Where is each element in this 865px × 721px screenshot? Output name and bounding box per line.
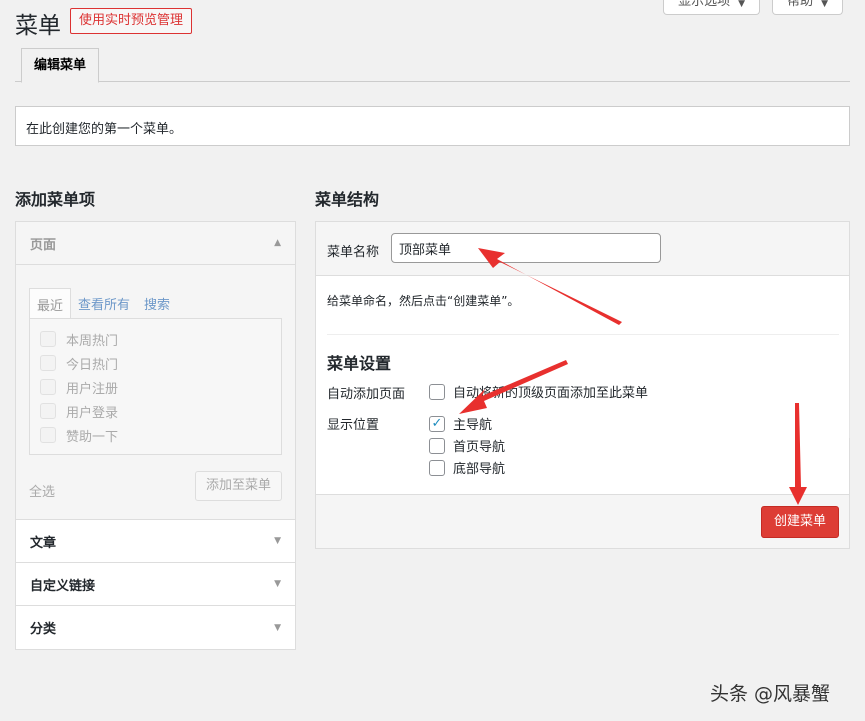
arrow-down-icon: ▼ (274, 536, 281, 546)
tab-search[interactable]: 搜索 (137, 288, 177, 320)
add-menu-items-accordion: 页面 ▲ 最近 查看所有 搜索 本周热门 今日热门 用户注册 用户登录 赞助一下… (15, 221, 296, 650)
menu-structure-heading: 菜单结构 (315, 190, 380, 209)
screen-options-label: 显示选项 (678, 0, 731, 9)
accordion-label: 页面 (30, 237, 57, 253)
live-preview-button[interactable]: 使用实时预览管理 (70, 8, 193, 34)
location-option-primary[interactable]: ✓ 主导航 (429, 414, 492, 433)
accordion-section-categories[interactable]: 分类 ▼ (16, 606, 295, 649)
page-label: 本周热门 (66, 333, 119, 349)
arrow-down-icon: ▼ (274, 622, 281, 633)
location-option-home[interactable]: 首页导航 (429, 436, 505, 455)
location-checkbox-home[interactable] (429, 437, 445, 454)
divider (327, 334, 839, 335)
screen-meta-links: 显示选项 ▼ 帮助 ▼ (663, 0, 843, 15)
accordion-label: 自定义链接 (30, 578, 96, 594)
accordion-section-custom-links[interactable]: 自定义链接 ▼ (16, 563, 295, 606)
pages-panel: 最近 查看所有 搜索 本周热门 今日热门 用户注册 用户登录 赞助一下 全选 添… (16, 265, 295, 520)
list-item: 今日热门 (40, 351, 271, 375)
caret-down-icon: ▼ (821, 0, 828, 9)
accordion-label: 分类 (30, 622, 57, 637)
menu-name-label: 菜单名称 (327, 245, 380, 260)
list-item: 赞助一下 (40, 423, 271, 447)
location-checkbox-footer[interactable] (429, 459, 445, 476)
accordion-label: 文章 (30, 535, 57, 551)
arrow-up-icon: ▲ (274, 238, 281, 248)
accordion-section-pages[interactable]: 页面 ▲ (16, 222, 295, 265)
add-menu-items-heading: 添加菜单项 (15, 190, 96, 209)
create-menu-button[interactable]: 创建菜单 (760, 506, 839, 538)
arrow-down-icon: ▼ (274, 579, 281, 589)
checkmark-icon: ✓ (431, 416, 443, 431)
watermark: 头条 @风暴蟹 (710, 683, 831, 705)
page-checkbox[interactable] (40, 403, 56, 419)
scrollbar-edge (849, 300, 850, 438)
menu-hint: 给菜单命名，然后点击“创建菜单”。 (327, 294, 520, 308)
page-checkbox[interactable] (40, 331, 56, 347)
select-all-link[interactable]: 全选 (29, 481, 55, 500)
location-label: 主导航 (453, 418, 493, 433)
tab-edit-menu[interactable]: 编辑菜单 (21, 48, 100, 83)
caret-down-icon: ▼ (738, 0, 746, 9)
page-title: 菜单 (15, 13, 61, 39)
menu-structure-panel: 菜单名称 给菜单命名，然后点击“创建菜单”。 菜单设置 自动添加页面 自动将新的… (315, 221, 850, 549)
auto-add-checkbox[interactable] (429, 383, 445, 400)
add-to-menu-button[interactable]: 添加至菜单 (194, 471, 282, 501)
accordion-section-posts[interactable]: 文章 ▼ (16, 520, 295, 563)
menu-name-bar: 菜单名称 (316, 222, 849, 276)
page-checkbox[interactable] (40, 379, 56, 395)
location-label: 底部导航 (453, 462, 506, 477)
list-item: 用户注册 (40, 375, 271, 399)
menu-settings-title: 菜单设置 (327, 354, 392, 373)
page-checkbox[interactable] (40, 427, 56, 443)
tab-recent[interactable]: 最近 (29, 288, 72, 320)
page-label: 用户注册 (66, 381, 119, 397)
nav-tab-wrapper: 编辑菜单 (15, 48, 850, 83)
list-item: 本周热门 (40, 327, 271, 351)
page-checkbox[interactable] (40, 355, 56, 371)
auto-add-label: 自动添加页面 (327, 387, 406, 402)
help-button[interactable]: 帮助 ▼ (772, 0, 843, 15)
location-option-footer[interactable]: 底部导航 (429, 458, 505, 477)
menu-panel-footer: 创建菜单 (316, 494, 849, 548)
auto-add-option[interactable]: 自动将新的顶级页面添加至此菜单 (429, 382, 648, 401)
page-label: 赞助一下 (66, 429, 119, 445)
location-label: 首页导航 (453, 440, 506, 455)
pages-tabs: 最近 查看所有 搜索 (29, 288, 177, 320)
notice-text: 在此创建您的第一个菜单。 (26, 122, 183, 137)
display-location-label: 显示位置 (327, 418, 380, 433)
screen-options-button[interactable]: 显示选项 ▼ (663, 0, 761, 15)
help-label: 帮助 (787, 0, 814, 9)
page-label: 今日热门 (66, 357, 119, 373)
pages-checklist: 本周热门 今日热门 用户注册 用户登录 赞助一下 (29, 318, 282, 455)
location-checkbox-primary[interactable]: ✓ (429, 415, 445, 432)
tab-view-all[interactable]: 查看所有 (71, 288, 137, 320)
notice-box: 在此创建您的第一个菜单。 (15, 106, 850, 146)
list-item: 用户登录 (40, 399, 271, 423)
page-label: 用户登录 (66, 405, 119, 421)
auto-add-option-label: 自动将新的顶级页面添加至此菜单 (453, 386, 649, 401)
menu-name-input[interactable] (391, 233, 661, 263)
